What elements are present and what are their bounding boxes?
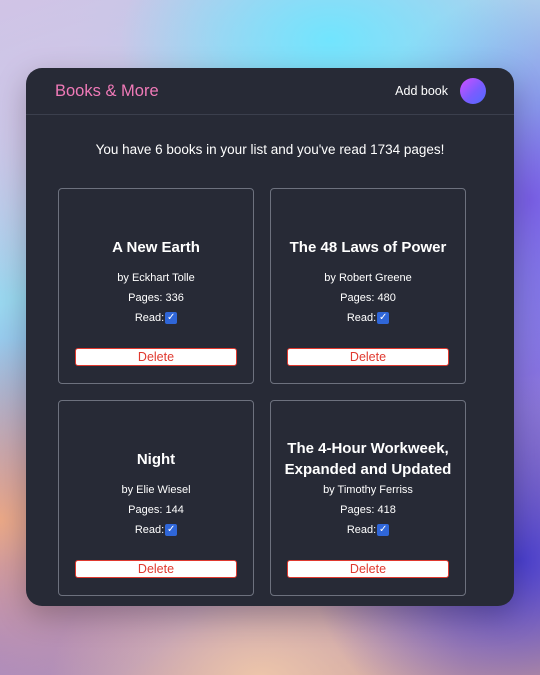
brand-logo[interactable]: Books & More bbox=[55, 82, 395, 101]
read-row: Read: ✓ bbox=[59, 524, 253, 536]
book-grid: A New Earth by Eckhart Tolle Pages: 336 … bbox=[58, 188, 466, 596]
delete-button[interactable]: Delete bbox=[287, 560, 449, 578]
book-card: The 4-Hour Workweek, Expanded and Update… bbox=[270, 400, 466, 596]
read-label: Read: bbox=[346, 524, 377, 536]
book-title: The 4-Hour Workweek, Expanded and Update… bbox=[284, 440, 452, 478]
header-bar: Books & More Add book bbox=[26, 68, 514, 115]
book-author: by Elie Wiesel bbox=[121, 484, 191, 496]
book-card: The 48 Laws of Power by Robert Greene Pa… bbox=[270, 188, 466, 384]
read-row: Read: ✓ bbox=[271, 524, 465, 536]
book-author: by Robert Greene bbox=[324, 272, 412, 284]
read-label: Read: bbox=[134, 524, 165, 536]
delete-button[interactable]: Delete bbox=[75, 348, 237, 366]
read-checkbox[interactable]: ✓ bbox=[165, 312, 178, 324]
read-row: Read: ✓ bbox=[271, 312, 465, 324]
read-checkbox[interactable]: ✓ bbox=[377, 312, 390, 324]
delete-button[interactable]: Delete bbox=[287, 348, 449, 366]
read-label: Read: bbox=[134, 312, 165, 324]
add-book-button[interactable]: Add book bbox=[395, 84, 448, 98]
book-pages: Pages: 480 bbox=[340, 292, 396, 304]
book-card: Night by Elie Wiesel Pages: 144 Read: ✓ … bbox=[58, 400, 254, 596]
avatar[interactable] bbox=[460, 78, 486, 104]
book-card: A New Earth by Eckhart Tolle Pages: 336 … bbox=[58, 188, 254, 384]
book-author: by Eckhart Tolle bbox=[117, 272, 195, 284]
read-label: Read: bbox=[346, 312, 377, 324]
app-window: Books & More Add book You have 6 books i… bbox=[26, 68, 514, 606]
reading-summary: You have 6 books in your list and you've… bbox=[95, 142, 445, 157]
read-checkbox[interactable]: ✓ bbox=[377, 524, 390, 536]
book-pages: Pages: 336 bbox=[128, 292, 184, 304]
read-row: Read: ✓ bbox=[59, 312, 253, 324]
book-pages: Pages: 418 bbox=[340, 504, 396, 516]
read-checkbox[interactable]: ✓ bbox=[165, 524, 178, 536]
book-title: The 48 Laws of Power bbox=[289, 238, 447, 256]
book-title: Night bbox=[136, 450, 176, 468]
book-author: by Timothy Ferriss bbox=[323, 484, 413, 496]
delete-button[interactable]: Delete bbox=[75, 560, 237, 578]
book-title: A New Earth bbox=[112, 238, 200, 256]
book-pages: Pages: 144 bbox=[128, 504, 184, 516]
